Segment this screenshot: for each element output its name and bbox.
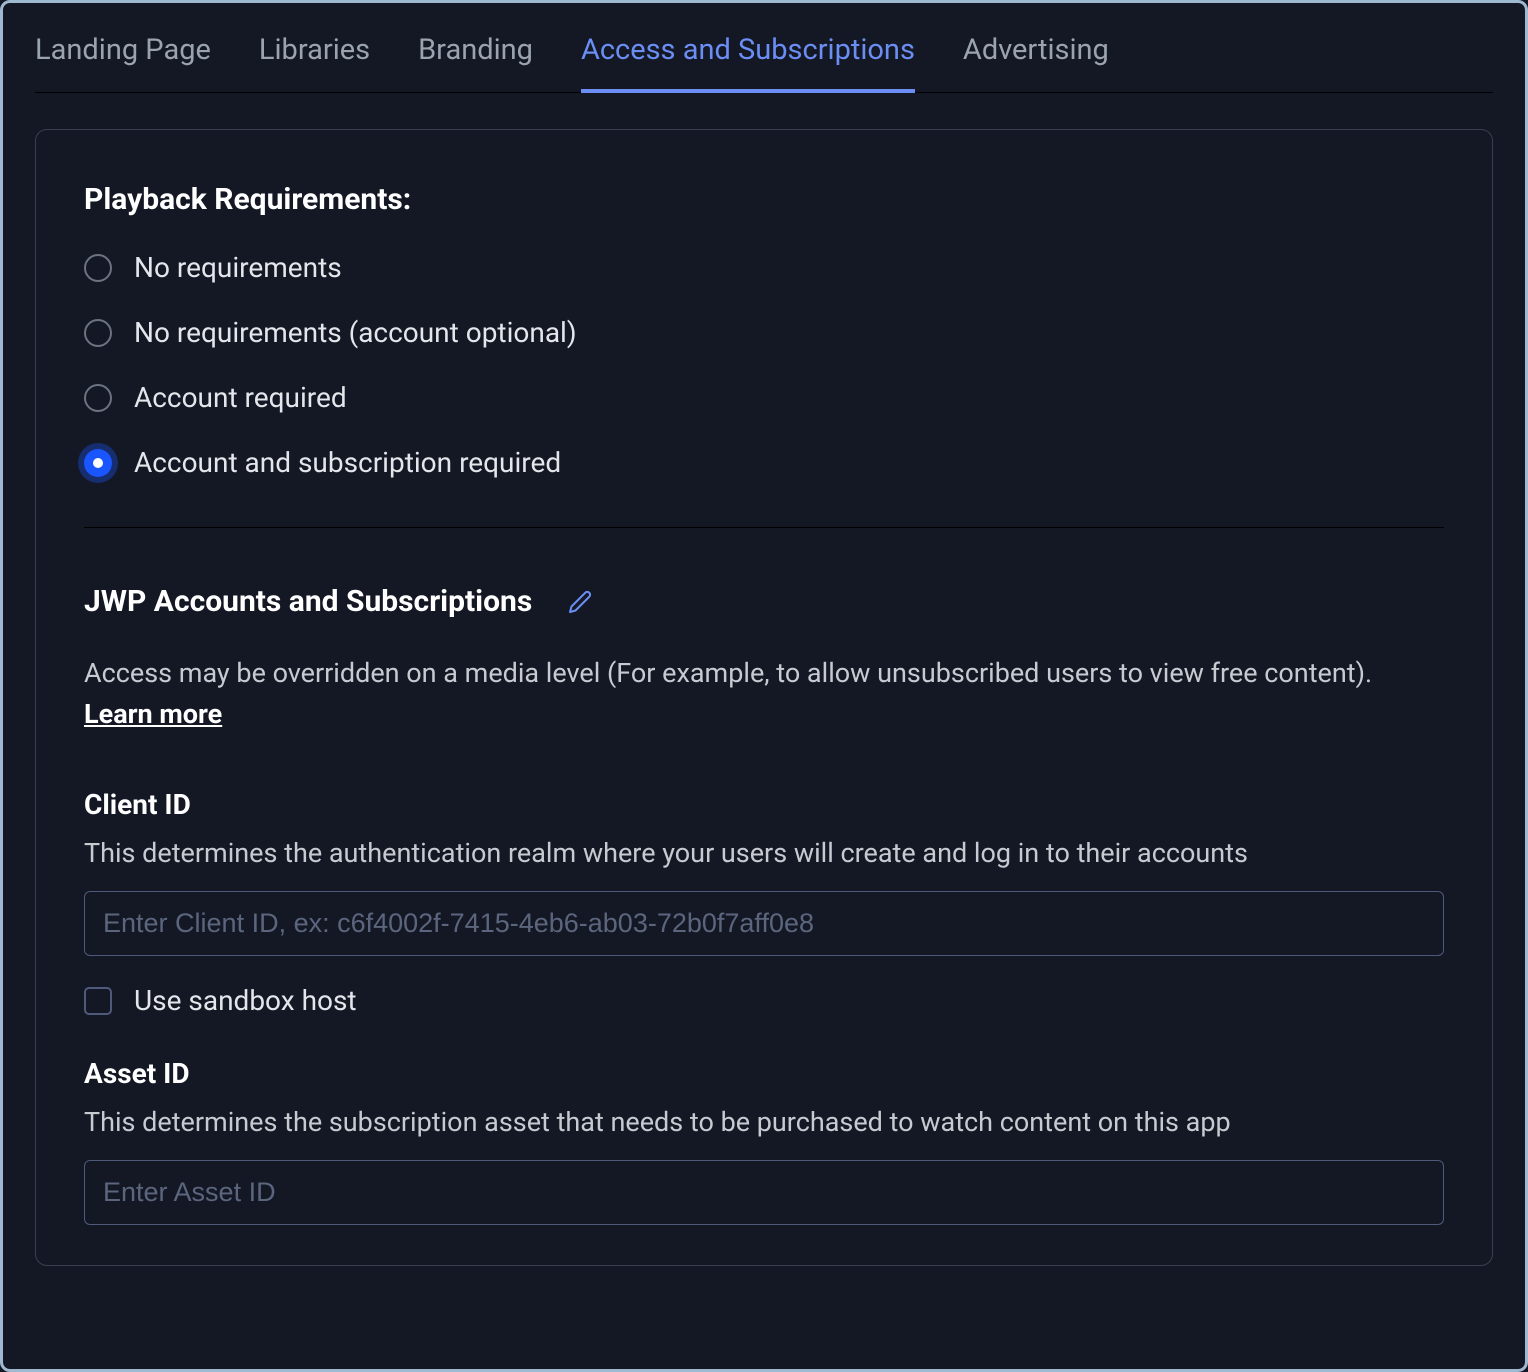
tab-advertising[interactable]: Advertising xyxy=(963,25,1109,93)
sandbox-checkbox-row[interactable]: Use sandbox host xyxy=(84,984,1444,1017)
learn-more-link[interactable]: Learn more xyxy=(84,698,222,730)
jwp-description: Access may be overridden on a media leve… xyxy=(84,653,1444,734)
edit-icon[interactable] xyxy=(568,590,592,614)
tab-libraries[interactable]: Libraries xyxy=(259,25,370,93)
playback-requirements-group: No requirements No requirements (account… xyxy=(84,251,1444,479)
radio-account-subscription-required[interactable]: Account and subscription required xyxy=(84,446,1444,479)
radio-label: Account required xyxy=(134,381,347,414)
jwp-description-text: Access may be overridden on a media leve… xyxy=(84,657,1372,689)
settings-panel: Playback Requirements: No requirements N… xyxy=(35,129,1493,1266)
tab-branding[interactable]: Branding xyxy=(418,25,533,93)
radio-label: No requirements (account optional) xyxy=(134,316,577,349)
radio-no-requirements-optional[interactable]: No requirements (account optional) xyxy=(84,316,1444,349)
client-id-input[interactable] xyxy=(84,891,1444,956)
radio-account-required[interactable]: Account required xyxy=(84,381,1444,414)
radio-icon-selected xyxy=(84,449,112,477)
radio-icon xyxy=(84,384,112,412)
divider xyxy=(84,527,1444,528)
radio-no-requirements[interactable]: No requirements xyxy=(84,251,1444,284)
asset-id-input[interactable] xyxy=(84,1160,1444,1225)
jwp-title: JWP Accounts and Subscriptions xyxy=(84,584,532,619)
tab-access-subscriptions[interactable]: Access and Subscriptions xyxy=(581,25,915,93)
client-id-help: This determines the authentication realm… xyxy=(84,837,1444,869)
radio-label: No requirements xyxy=(134,251,342,284)
tabs: Landing Page Libraries Branding Access a… xyxy=(35,25,1493,93)
asset-id-block: Asset ID This determines the subscriptio… xyxy=(84,1057,1444,1225)
asset-id-help: This determines the subscription asset t… xyxy=(84,1106,1444,1138)
tab-landing-page[interactable]: Landing Page xyxy=(35,25,211,93)
asset-id-label: Asset ID xyxy=(84,1057,1444,1090)
checkbox-icon xyxy=(84,987,112,1015)
radio-icon xyxy=(84,319,112,347)
jwp-header: JWP Accounts and Subscriptions xyxy=(84,584,1444,619)
client-id-label: Client ID xyxy=(84,788,1444,821)
radio-label: Account and subscription required xyxy=(134,446,561,479)
playback-requirements-title: Playback Requirements: xyxy=(84,182,1444,217)
client-id-block: Client ID This determines the authentica… xyxy=(84,788,1444,1017)
radio-icon xyxy=(84,254,112,282)
sandbox-checkbox-label: Use sandbox host xyxy=(134,984,357,1017)
